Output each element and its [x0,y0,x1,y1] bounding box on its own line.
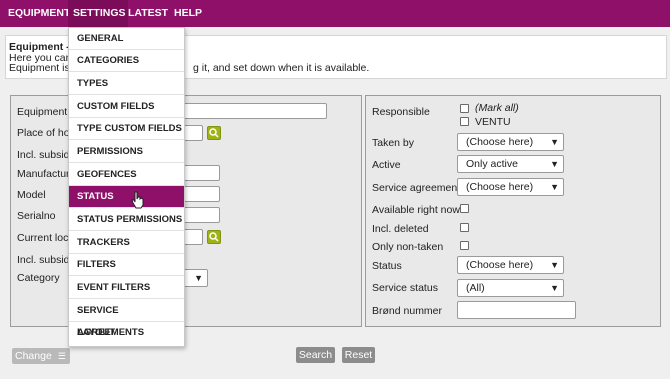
active-select[interactable]: Only active ▼ [457,155,564,173]
chevron-down-icon: ▼ [550,283,559,293]
status-label: Status [372,260,402,272]
service-agreement-value: (Choose here) [466,181,534,193]
right-filter-panel: Responsible (Mark all) VENTU Taken by (C… [365,95,661,327]
equipment-label: Equipment [17,106,68,118]
service-status-label: Service status [372,282,438,294]
location-search-button[interactable] [207,230,221,244]
chevron-down-icon: ▼ [550,182,559,192]
taken-by-select[interactable]: (Choose here) ▼ [457,133,564,151]
settings-dropdown-menu: GENERAL CATEGORIES TYPES CUSTOM FIELDS T… [68,27,185,347]
info-line2-suffix: g it, and set down when it is available. [193,62,370,74]
place-search-button[interactable] [207,126,221,140]
incl-deleted-checkbox[interactable] [460,223,469,232]
manufacturer-label: Manufacture [17,168,76,180]
responsible-label: Responsible [372,106,430,118]
menu-item-service-agreements[interactable]: SERVICE AGREEMENTS [69,300,184,338]
equipment-input[interactable] [183,103,327,119]
chevron-down-icon: ▼ [550,260,559,270]
brond-input[interactable] [457,301,576,319]
left-filter-panel: Equipment Place of hom Incl. subsidi Man… [10,95,362,327]
menu-item-trackers[interactable]: TRACKERS [69,232,184,254]
category-select[interactable]: ▼ [183,269,208,287]
menu-item-filters[interactable]: FILTERS [69,254,184,276]
status-select[interactable]: (Choose here) ▼ [457,256,564,274]
top-nav-bar: EQUIPMENT SETTINGS LATEST HELP [0,0,670,27]
menu-item-geofences[interactable]: GEOFENCES [69,164,184,186]
menu-item-type-custom-fields[interactable]: TYPE CUSTOM FIELDS [69,118,184,140]
mark-all-checkbox[interactable] [460,104,469,113]
change-label: Change [15,350,52,362]
search-icon [209,128,219,138]
only-non-taken-label: Only non-taken [372,241,444,253]
hand-cursor-icon [131,191,144,209]
nav-settings[interactable]: SETTINGS [68,0,128,27]
nav-latest[interactable]: LATEST [128,0,168,27]
serialno-label: Serialno [17,210,56,222]
service-status-value: (All) [466,282,485,294]
incl-subsid-label-1: Incl. subsidi [17,149,72,161]
search-button[interactable]: Search [296,347,335,363]
menu-item-status-permissions[interactable]: STATUS PERMISSIONS [69,209,184,231]
menu-item-general[interactable]: GENERAL [69,28,184,50]
ventu-checkbox[interactable] [460,117,469,126]
menu-item-event-filters[interactable]: EVENT FILTERS [69,277,184,299]
chevron-down-icon: ▼ [550,159,559,169]
manufacturer-input[interactable] [183,165,220,181]
menu-item-layout[interactable]: LAYOUT [69,322,184,344]
nav-equipment[interactable]: EQUIPMENT [8,0,70,27]
menu-item-custom-fields[interactable]: CUSTOM FIELDS [69,96,184,118]
place-input[interactable] [183,125,203,141]
service-agreement-label: Service agreement [372,182,461,194]
menu-item-types[interactable]: TYPES [69,73,184,95]
taken-by-label: Taken by [372,137,415,149]
info-line2-prefix: Equipment is [9,62,70,74]
available-label: Available right now [372,204,460,216]
nav-help[interactable]: HELP [174,0,202,27]
only-non-taken-checkbox[interactable] [460,241,469,250]
current-location-input[interactable] [183,229,203,245]
incl-deleted-label: Incl. deleted [372,223,429,235]
available-checkbox[interactable] [460,204,469,213]
service-agreement-select[interactable]: (Choose here) ▼ [457,178,564,196]
mark-all-label: (Mark all) [475,102,519,114]
menu-item-categories[interactable]: CATEGORIES [69,50,184,72]
service-status-select[interactable]: (All) ▼ [457,279,564,297]
model-input[interactable] [183,186,220,202]
search-icon [209,232,219,242]
taken-by-value: (Choose here) [466,136,534,148]
reset-button[interactable]: Reset [342,347,375,363]
menu-item-permissions[interactable]: PERMISSIONS [69,141,184,163]
menu-item-status[interactable]: STATUS [69,186,184,208]
change-button[interactable]: Change ☰ [12,348,70,364]
category-label: Category [17,272,60,284]
chevron-down-icon: ▼ [550,137,559,147]
ventu-label: VENTU [475,116,511,128]
chevron-down-icon: ▼ [194,273,203,283]
active-label: Active [372,159,401,171]
model-label: Model [17,189,46,201]
status-value: (Choose here) [466,259,534,271]
brond-label: Brønd nummer [372,305,443,317]
serialno-input[interactable] [183,207,220,223]
active-value: Only active [466,158,518,170]
menu-icon: ☰ [57,351,66,361]
